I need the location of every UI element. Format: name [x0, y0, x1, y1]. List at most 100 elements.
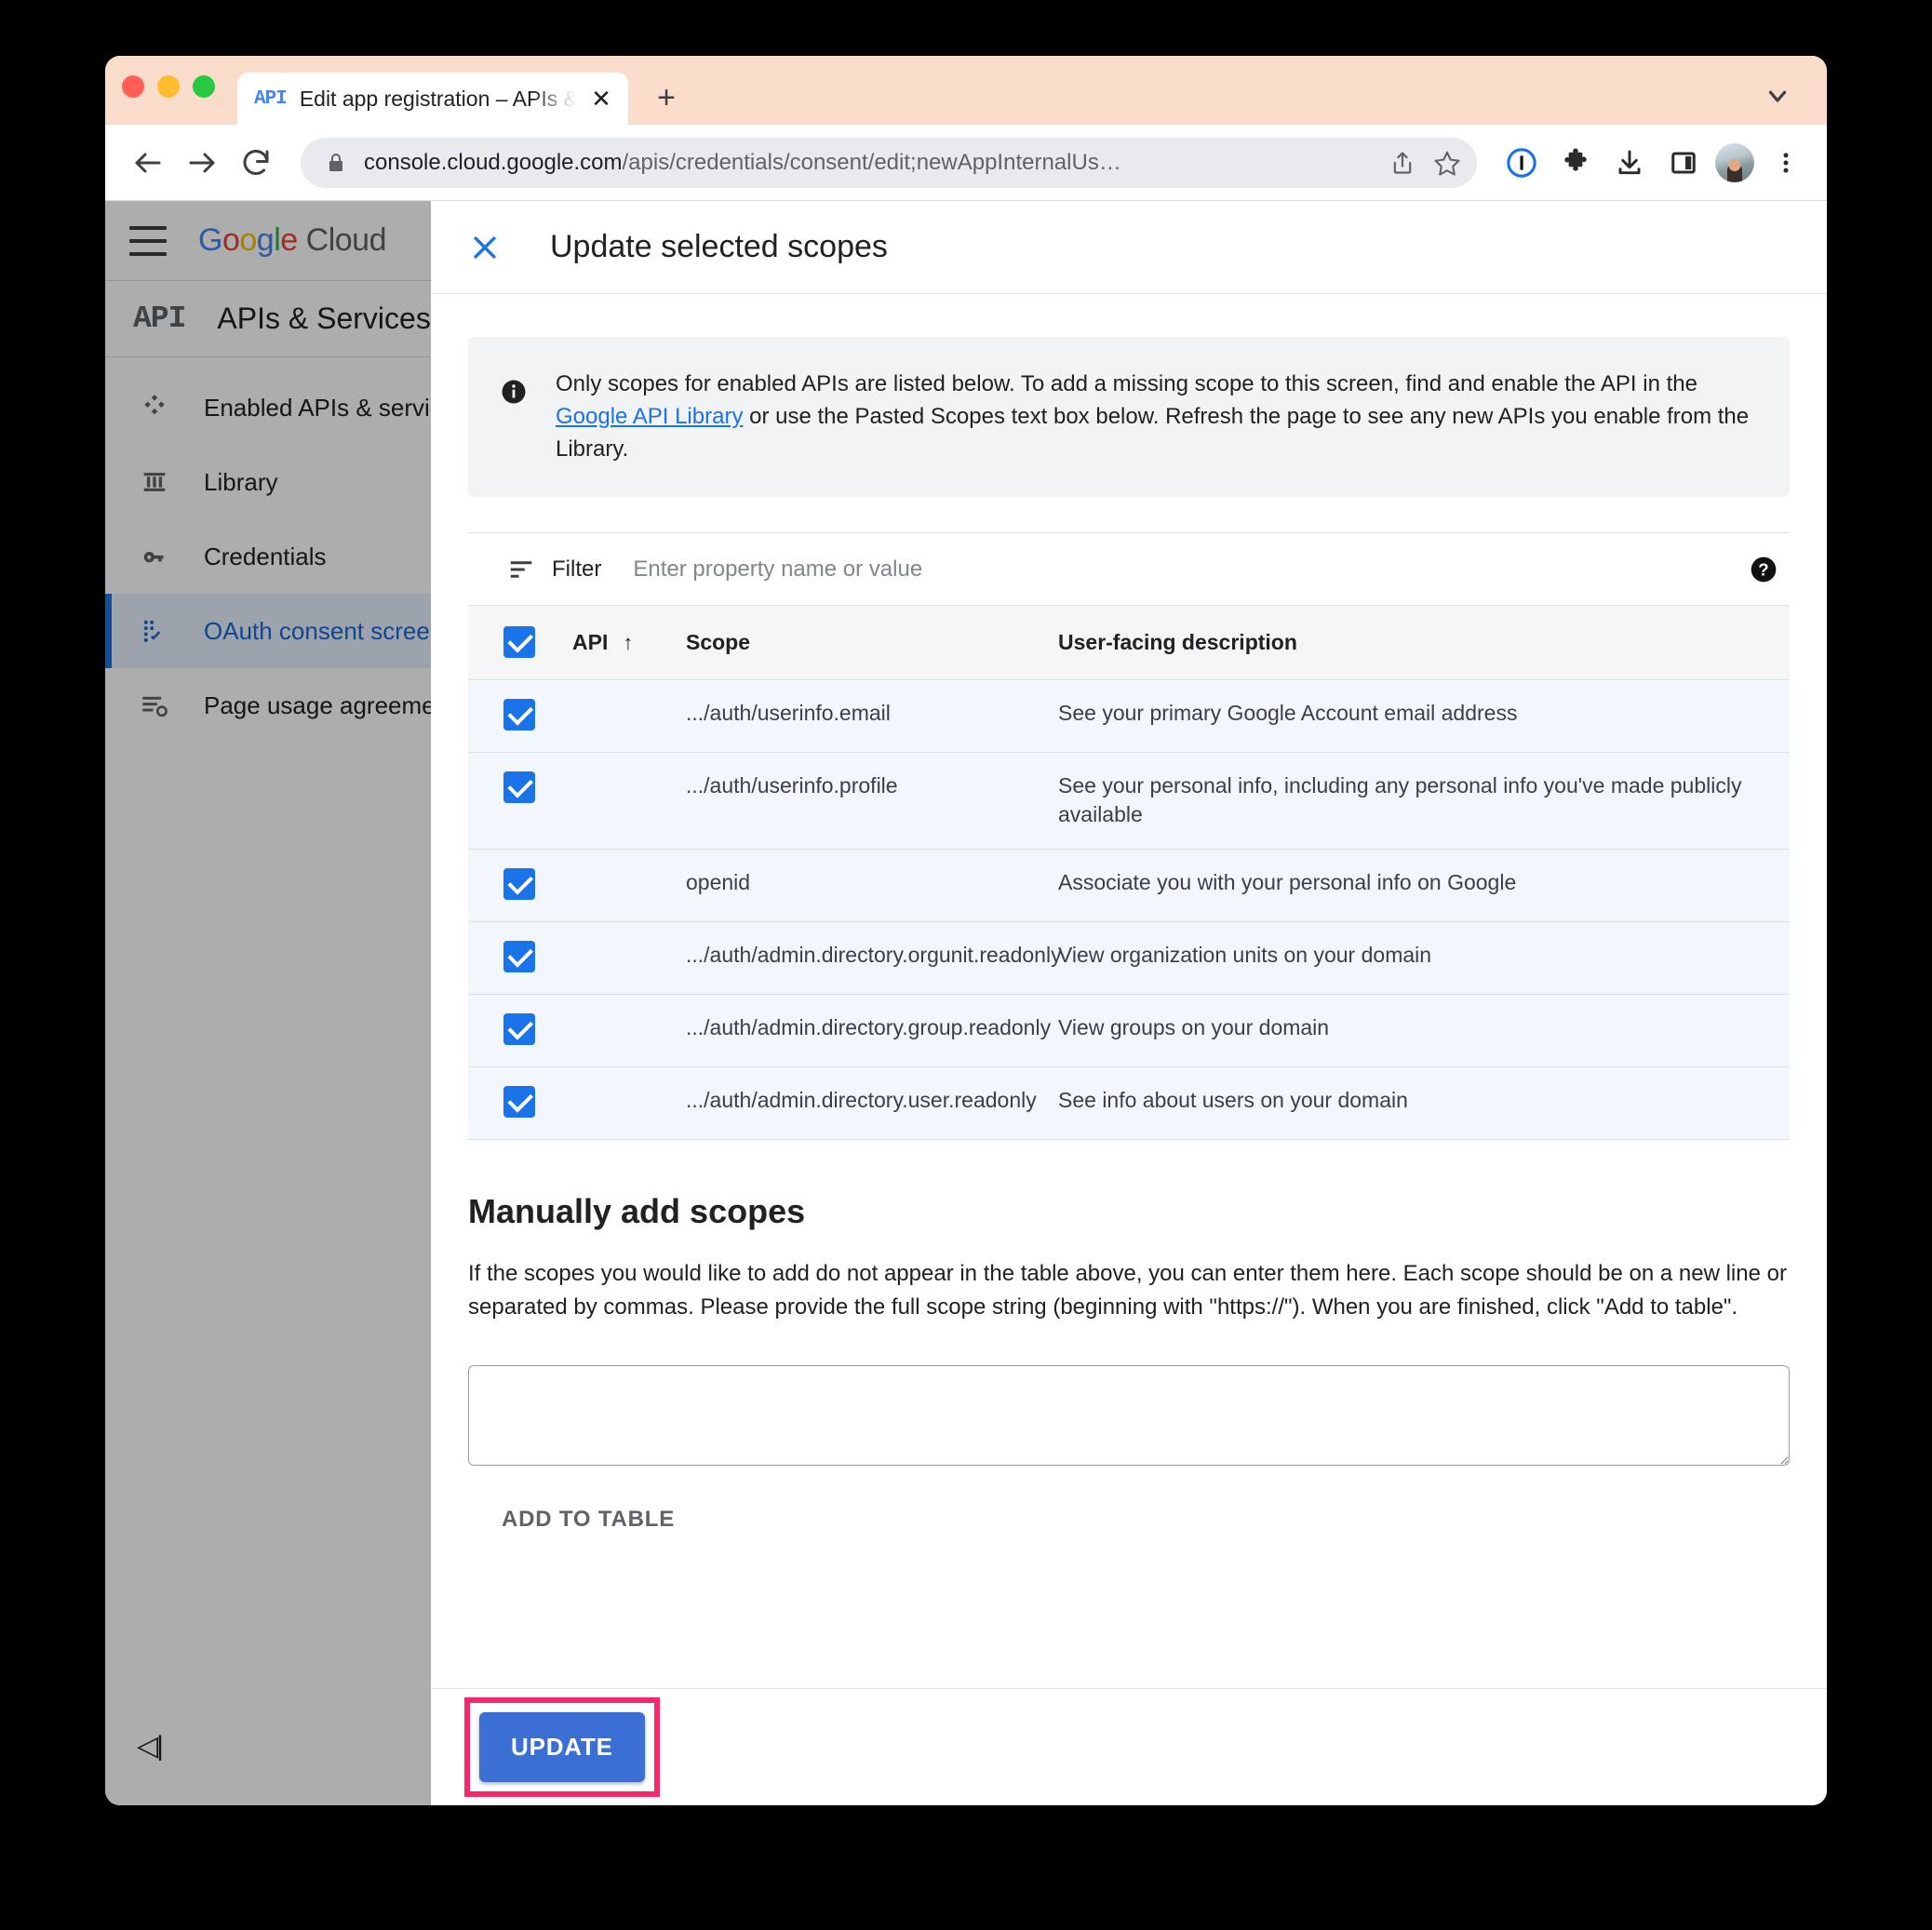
- kebab-menu-icon[interactable]: [1764, 141, 1808, 185]
- row-scope: openid: [686, 849, 1058, 922]
- column-header-api[interactable]: API ↑: [572, 605, 686, 681]
- window-traffic-lights: [122, 56, 215, 125]
- add-to-table-button[interactable]: ADD TO TABLE: [487, 1494, 690, 1546]
- reload-icon[interactable]: [234, 141, 278, 185]
- google-api-library-link[interactable]: Google API Library: [556, 404, 743, 429]
- row-checkbox[interactable]: [503, 867, 535, 900]
- download-icon[interactable]: [1607, 141, 1652, 185]
- select-all-header: [468, 605, 572, 681]
- column-header-description[interactable]: User-facing description: [1058, 605, 1790, 681]
- browser-tab[interactable]: API Edit app registration – APIs & S ✕: [237, 73, 628, 125]
- row-api: [572, 1066, 686, 1140]
- table-header-row: API ↑ Scope User-facing description: [468, 605, 1790, 681]
- row-scope: .../auth/admin.directory.orgunit.readonl…: [686, 921, 1062, 995]
- dialog-footer: UPDATE: [431, 1688, 1827, 1805]
- dialog-body: Only scopes for enabled APIs are listed …: [431, 294, 1827, 1688]
- puzzle-icon[interactable]: [1553, 141, 1598, 185]
- row-checkbox[interactable]: [503, 940, 535, 972]
- row-checkbox-cell: [468, 1066, 572, 1140]
- close-tab-icon[interactable]: ✕: [589, 87, 613, 111]
- row-checkbox[interactable]: [503, 1012, 535, 1045]
- column-label-api: API: [572, 630, 609, 655]
- help-icon[interactable]: ?: [1745, 551, 1782, 588]
- lock-icon: [325, 152, 347, 174]
- row-description: View organization units on your domain: [1058, 921, 1790, 995]
- sort-ascending-icon: ↑: [623, 631, 634, 655]
- tab-title: Edit app registration – APIs & S: [299, 86, 576, 111]
- page-content: Google Cloud API APIs & Services Enabled…: [105, 201, 1827, 1805]
- new-tab-button[interactable]: +: [649, 80, 684, 115]
- avatar[interactable]: [1715, 142, 1754, 182]
- info-banner: Only scopes for enabled APIs are listed …: [468, 337, 1790, 498]
- pasted-scopes-textarea[interactable]: [468, 1364, 1790, 1466]
- row-api: [572, 752, 686, 850]
- back-arrow-icon[interactable]: [126, 141, 170, 185]
- update-button[interactable]: UPDATE: [479, 1712, 645, 1782]
- update-selected-scopes-dialog: Update selected scopes Only scopes for e…: [431, 201, 1827, 1805]
- address-bar[interactable]: console.cloud.google.com/apis/credential…: [301, 137, 1477, 188]
- info-text-before: Only scopes for enabled APIs are listed …: [556, 371, 1697, 396]
- column-label-scope: Scope: [686, 630, 751, 655]
- dialog-header: Update selected scopes: [431, 201, 1827, 294]
- manually-add-scopes-description: If the scopes you would like to add do n…: [468, 1260, 1787, 1320]
- row-checkbox[interactable]: [503, 1085, 535, 1118]
- info-banner-text: Only scopes for enabled APIs are listed …: [556, 369, 1752, 465]
- star-icon[interactable]: [1425, 141, 1469, 185]
- filter-input[interactable]: [633, 556, 1745, 583]
- table-row[interactable]: .../auth/admin.directory.user.readonly S…: [468, 1066, 1790, 1140]
- forward-arrow-icon[interactable]: [180, 141, 224, 185]
- column-header-scope[interactable]: Scope: [686, 605, 1058, 681]
- manually-add-scopes-heading: Manually add scopes: [468, 1191, 806, 1230]
- row-api: [572, 921, 686, 995]
- url-host: console.cloud.google.com: [364, 149, 623, 175]
- row-description: View groups on your domain: [1058, 994, 1790, 1067]
- minimize-window-button[interactable]: [157, 75, 180, 98]
- row-checkbox-cell: [468, 679, 572, 754]
- column-label-description: User-facing description: [1058, 630, 1297, 655]
- row-description: See your primary Google Account email ad…: [1058, 679, 1790, 754]
- svg-text:?: ?: [1758, 560, 1768, 580]
- chevron-down-icon[interactable]: [1762, 80, 1793, 112]
- close-window-button[interactable]: [122, 75, 144, 98]
- dialog-title: Update selected scopes: [550, 229, 888, 264]
- scopes-table: API ↑ Scope User-facing description .../a…: [468, 605, 1790, 1140]
- row-scope: .../auth/admin.directory.user.readonly: [686, 1066, 1058, 1140]
- row-scope: .../auth/admin.directory.group.readonly: [686, 994, 1058, 1067]
- table-row[interactable]: openid Associate you with your personal …: [468, 849, 1790, 922]
- update-button-highlight: UPDATE: [464, 1697, 660, 1797]
- manually-add-scopes-section: Manually add scopes If the scopes you wo…: [468, 1192, 1790, 1546]
- share-icon[interactable]: [1380, 141, 1425, 185]
- table-row[interactable]: .../auth/admin.directory.orgunit.readonl…: [468, 921, 1790, 995]
- 1password-icon[interactable]: [1499, 141, 1544, 185]
- row-api: [572, 679, 686, 754]
- row-checkbox-cell: [468, 752, 572, 850]
- browser-window: API Edit app registration – APIs & S ✕ +…: [105, 56, 1827, 1805]
- table-row[interactable]: .../auth/userinfo.email See your primary…: [468, 679, 1790, 754]
- row-description: See your personal info, including any pe…: [1058, 752, 1790, 850]
- close-icon[interactable]: [466, 229, 503, 266]
- address-bar-url: console.cloud.google.com/apis/credential…: [364, 150, 1380, 176]
- scopes-table-head: API ↑ Scope User-facing description: [468, 605, 1790, 681]
- browser-toolbar: console.cloud.google.com/apis/credential…: [105, 125, 1827, 201]
- row-scope: .../auth/userinfo.profile: [686, 752, 1058, 850]
- table-row[interactable]: .../auth/userinfo.profile See your perso…: [468, 752, 1790, 850]
- maximize-window-button[interactable]: [193, 75, 215, 98]
- tab-strip: API Edit app registration – APIs & S ✕ +: [105, 56, 1827, 125]
- api-favicon-icon: API: [254, 87, 288, 110]
- filter-icon[interactable]: [503, 552, 539, 587]
- row-checkbox-cell: [468, 849, 572, 922]
- filter-label: Filter: [552, 556, 602, 582]
- select-all-checkbox[interactable]: [503, 626, 535, 659]
- table-row[interactable]: .../auth/admin.directory.group.readonly …: [468, 994, 1790, 1067]
- row-api: [572, 849, 686, 922]
- filter-row: Filter ?: [468, 532, 1790, 605]
- row-checkbox-cell: [468, 921, 572, 995]
- row-description: Associate you with your personal info on…: [1058, 849, 1790, 922]
- row-scope: .../auth/userinfo.email: [686, 679, 1058, 754]
- row-checkbox[interactable]: [503, 771, 535, 804]
- scopes-table-body: .../auth/userinfo.email See your primary…: [468, 679, 1790, 1140]
- side-panel-icon[interactable]: [1661, 141, 1706, 185]
- row-checkbox-cell: [468, 994, 572, 1067]
- row-checkbox[interactable]: [503, 699, 535, 731]
- url-path: /apis/credentials/consent/edit;newAppInt…: [622, 149, 1121, 175]
